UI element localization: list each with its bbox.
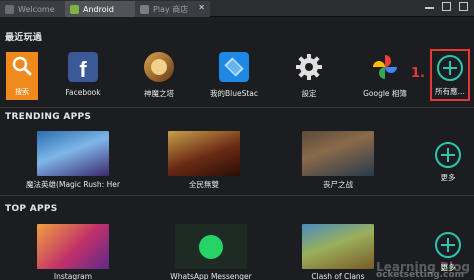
plus-icon	[435, 142, 461, 168]
bluestacks-icon	[219, 52, 249, 82]
tab-play-store[interactable]: Play 商店 ✕	[135, 1, 210, 17]
app-my-bluestacks[interactable]: 我的BlueStac	[204, 44, 264, 99]
play-store-icon	[140, 4, 149, 14]
app-google-photos[interactable]: Google 相簿	[355, 44, 415, 99]
watermark-url: ocketsetting.com	[376, 270, 464, 280]
facebook-icon: f	[68, 52, 98, 82]
app-thumbnail	[168, 131, 240, 176]
tab-welcome[interactable]: Welcome	[0, 1, 65, 17]
trending-app-card[interactable]: 全民無雙	[156, 131, 252, 190]
section-divider	[0, 195, 474, 196]
app-label: Clash of Clans	[311, 272, 365, 280]
tab-label: Play 商店	[153, 4, 189, 14]
google-photos-icon	[370, 52, 400, 82]
app-facebook[interactable]: f Facebook	[53, 44, 113, 97]
plus-icon	[435, 232, 461, 258]
top-section-title: TOP APPS	[5, 204, 58, 214]
gear-icon	[294, 52, 324, 82]
recent-section-title: 最近玩過	[5, 33, 43, 43]
bluestacks-icon	[5, 4, 14, 14]
top-app-card[interactable]: WhatsApp Messenger	[156, 224, 266, 280]
tab-label: Welcome	[18, 4, 55, 14]
close-window-icon[interactable]	[459, 2, 468, 11]
trending-app-card[interactable]: 魔法英雄(Magic Rush: Her	[25, 131, 121, 190]
app-label: Instagram	[53, 272, 93, 280]
trending-section-title: TRENDING APPS	[5, 112, 92, 122]
app-label: WhatsApp Messenger	[170, 272, 252, 280]
app-thumbnail	[302, 131, 374, 176]
all-apps-label: 所有應...	[435, 87, 465, 96]
app-label: 我的BlueStac	[209, 89, 259, 98]
top-app-card[interactable]: Clash of Clans	[290, 224, 386, 280]
section-divider	[0, 107, 474, 108]
app-thumbnail	[37, 131, 109, 176]
minimize-icon[interactable]	[425, 2, 434, 9]
plus-icon	[432, 55, 468, 81]
window-controls	[425, 2, 468, 11]
app-label: 魔法英雄(Magic Rush: Her	[26, 180, 120, 189]
tab-bar: Welcome Android Play 商店 ✕	[0, 0, 474, 17]
app-tower-of-saviors[interactable]: 神魔之塔	[129, 44, 189, 99]
app-thumbnail	[302, 224, 374, 269]
app-label: 設定	[301, 89, 317, 98]
annotation-number: 1.	[411, 66, 425, 81]
app-thumbnail	[175, 224, 247, 269]
trending-app-card[interactable]: 丧尸之战	[290, 131, 386, 190]
game-icon	[144, 52, 174, 82]
maximize-icon[interactable]	[442, 2, 451, 11]
app-label: Facebook	[65, 88, 101, 97]
app-label: 全民無雙	[189, 180, 219, 189]
android-icon	[70, 4, 79, 14]
app-thumbnail	[37, 224, 109, 269]
top-app-card[interactable]: Instagram	[25, 224, 121, 280]
trending-more-button[interactable]: 更多	[430, 142, 466, 183]
app-label: 丧尸之战	[323, 180, 353, 189]
all-apps-button[interactable]: 所有應...	[430, 49, 470, 101]
recent-apps-row: f Facebook 神魔之塔 我的BlueStac 設定 Google 相簿	[0, 44, 474, 104]
app-settings[interactable]: 設定	[279, 44, 339, 99]
close-icon[interactable]: ✕	[198, 3, 205, 12]
app-label: 神魔之塔	[144, 89, 174, 98]
whatsapp-icon	[199, 234, 223, 259]
tab-label: Android	[83, 4, 114, 14]
app-label: Google 相簿	[363, 89, 407, 98]
tab-android[interactable]: Android	[65, 1, 135, 17]
more-label: 更多	[440, 173, 456, 182]
